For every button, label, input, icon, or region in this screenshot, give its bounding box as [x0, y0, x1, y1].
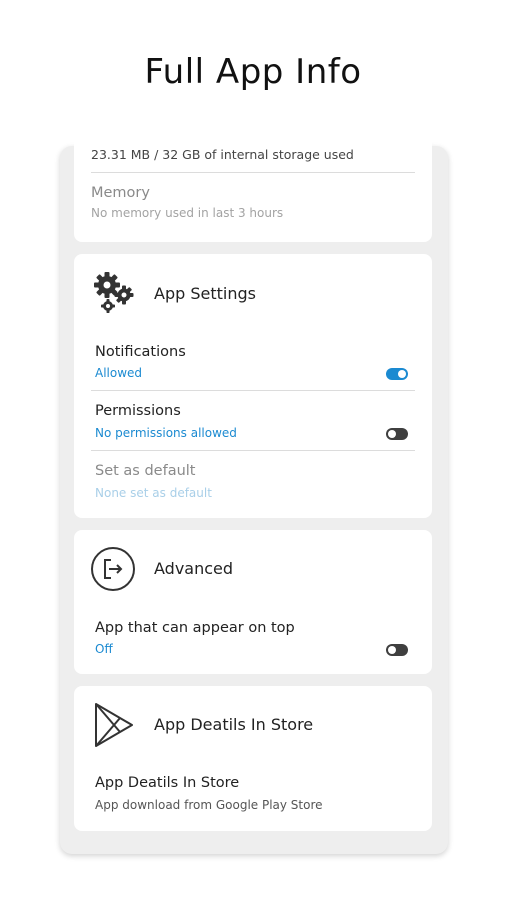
- store-details-subtitle: App download from Google Play Store: [95, 798, 323, 812]
- notifications-status: Allowed: [95, 366, 143, 380]
- appear-on-top-status: Off: [95, 642, 113, 656]
- set-default-status: None set as default: [95, 486, 212, 500]
- store-header: App Deatils In Store: [154, 715, 314, 734]
- store-card: App Deatils In Store App Deatils In Stor…: [74, 686, 432, 831]
- notifications-toggle[interactable]: [386, 368, 408, 380]
- memory-subtitle: No memory used in last 3 hours: [91, 206, 284, 220]
- settings-divider-2: [91, 450, 415, 451]
- permissions-title: Permissions: [95, 403, 181, 419]
- notifications-title: Notifications: [95, 344, 186, 360]
- play-store-icon: [90, 700, 138, 754]
- app-settings-header: App Settings: [154, 284, 256, 303]
- advanced-header: Advanced: [154, 559, 234, 578]
- storage-usage-text: 23.31 MB / 32 GB of internal storage use…: [91, 147, 354, 162]
- set-default-title: Set as default: [95, 463, 196, 479]
- store-details-title: App Deatils In Store: [95, 775, 240, 791]
- page-title: Full App Info: [144, 52, 362, 92]
- gears-icon: [90, 270, 138, 322]
- storage-divider: [91, 172, 415, 173]
- advanced-card: Advanced App that can appear on top Off: [74, 530, 432, 674]
- appear-on-top-toggle[interactable]: [386, 644, 408, 656]
- permissions-toggle[interactable]: [386, 428, 408, 440]
- memory-title[interactable]: Memory: [91, 185, 150, 201]
- appear-on-top-title: App that can appear on top: [95, 620, 295, 636]
- phone-screen: 23.31 MB / 32 GB of internal storage use…: [60, 142, 448, 854]
- storage-card: 23.31 MB / 32 GB of internal storage use…: [74, 142, 432, 242]
- settings-divider-1: [91, 390, 415, 391]
- app-settings-card: App Settings Notifications Allowed Permi…: [74, 254, 432, 518]
- permissions-status: No permissions allowed: [95, 426, 237, 440]
- exit-icon: [90, 546, 136, 596]
